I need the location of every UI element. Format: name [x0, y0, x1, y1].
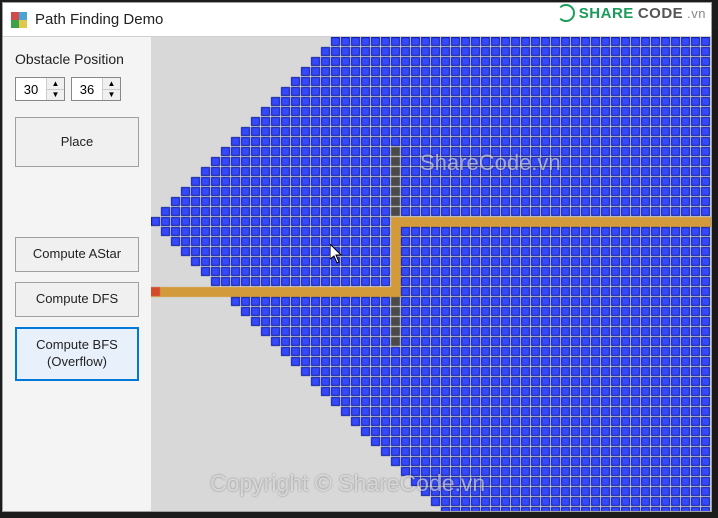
obstacle-y-up[interactable]: ▲	[103, 78, 120, 90]
obstacle-x-stepper[interactable]: ▲ ▼	[15, 77, 65, 101]
grid-canvas[interactable]	[151, 37, 711, 511]
compute-dfs-button[interactable]: Compute DFS	[15, 282, 139, 317]
obstacle-x-down[interactable]: ▼	[47, 90, 64, 101]
obstacle-y-input[interactable]	[72, 78, 102, 100]
grid-canvas-area[interactable]	[151, 37, 711, 511]
window-title: Path Finding Demo	[35, 11, 163, 28]
app-icon	[11, 12, 27, 28]
obstacle-x-up[interactable]: ▲	[47, 78, 64, 90]
compute-bfs-button[interactable]: Compute BFS (Overflow)	[15, 327, 139, 381]
titlebar: Path Finding Demo	[3, 3, 711, 37]
obstacle-position-label: Obstacle Position	[15, 51, 139, 67]
obstacle-x-input[interactable]	[16, 78, 46, 100]
sidebar: Obstacle Position ▲ ▼ ▲ ▼ Plac	[3, 37, 151, 511]
obstacle-y-down[interactable]: ▼	[103, 90, 120, 101]
obstacle-y-stepper[interactable]: ▲ ▼	[71, 77, 121, 101]
place-button[interactable]: Place	[15, 117, 139, 167]
compute-astar-button[interactable]: Compute AStar	[15, 237, 139, 272]
app-window: Path Finding Demo Obstacle Position ▲ ▼ …	[2, 2, 712, 512]
